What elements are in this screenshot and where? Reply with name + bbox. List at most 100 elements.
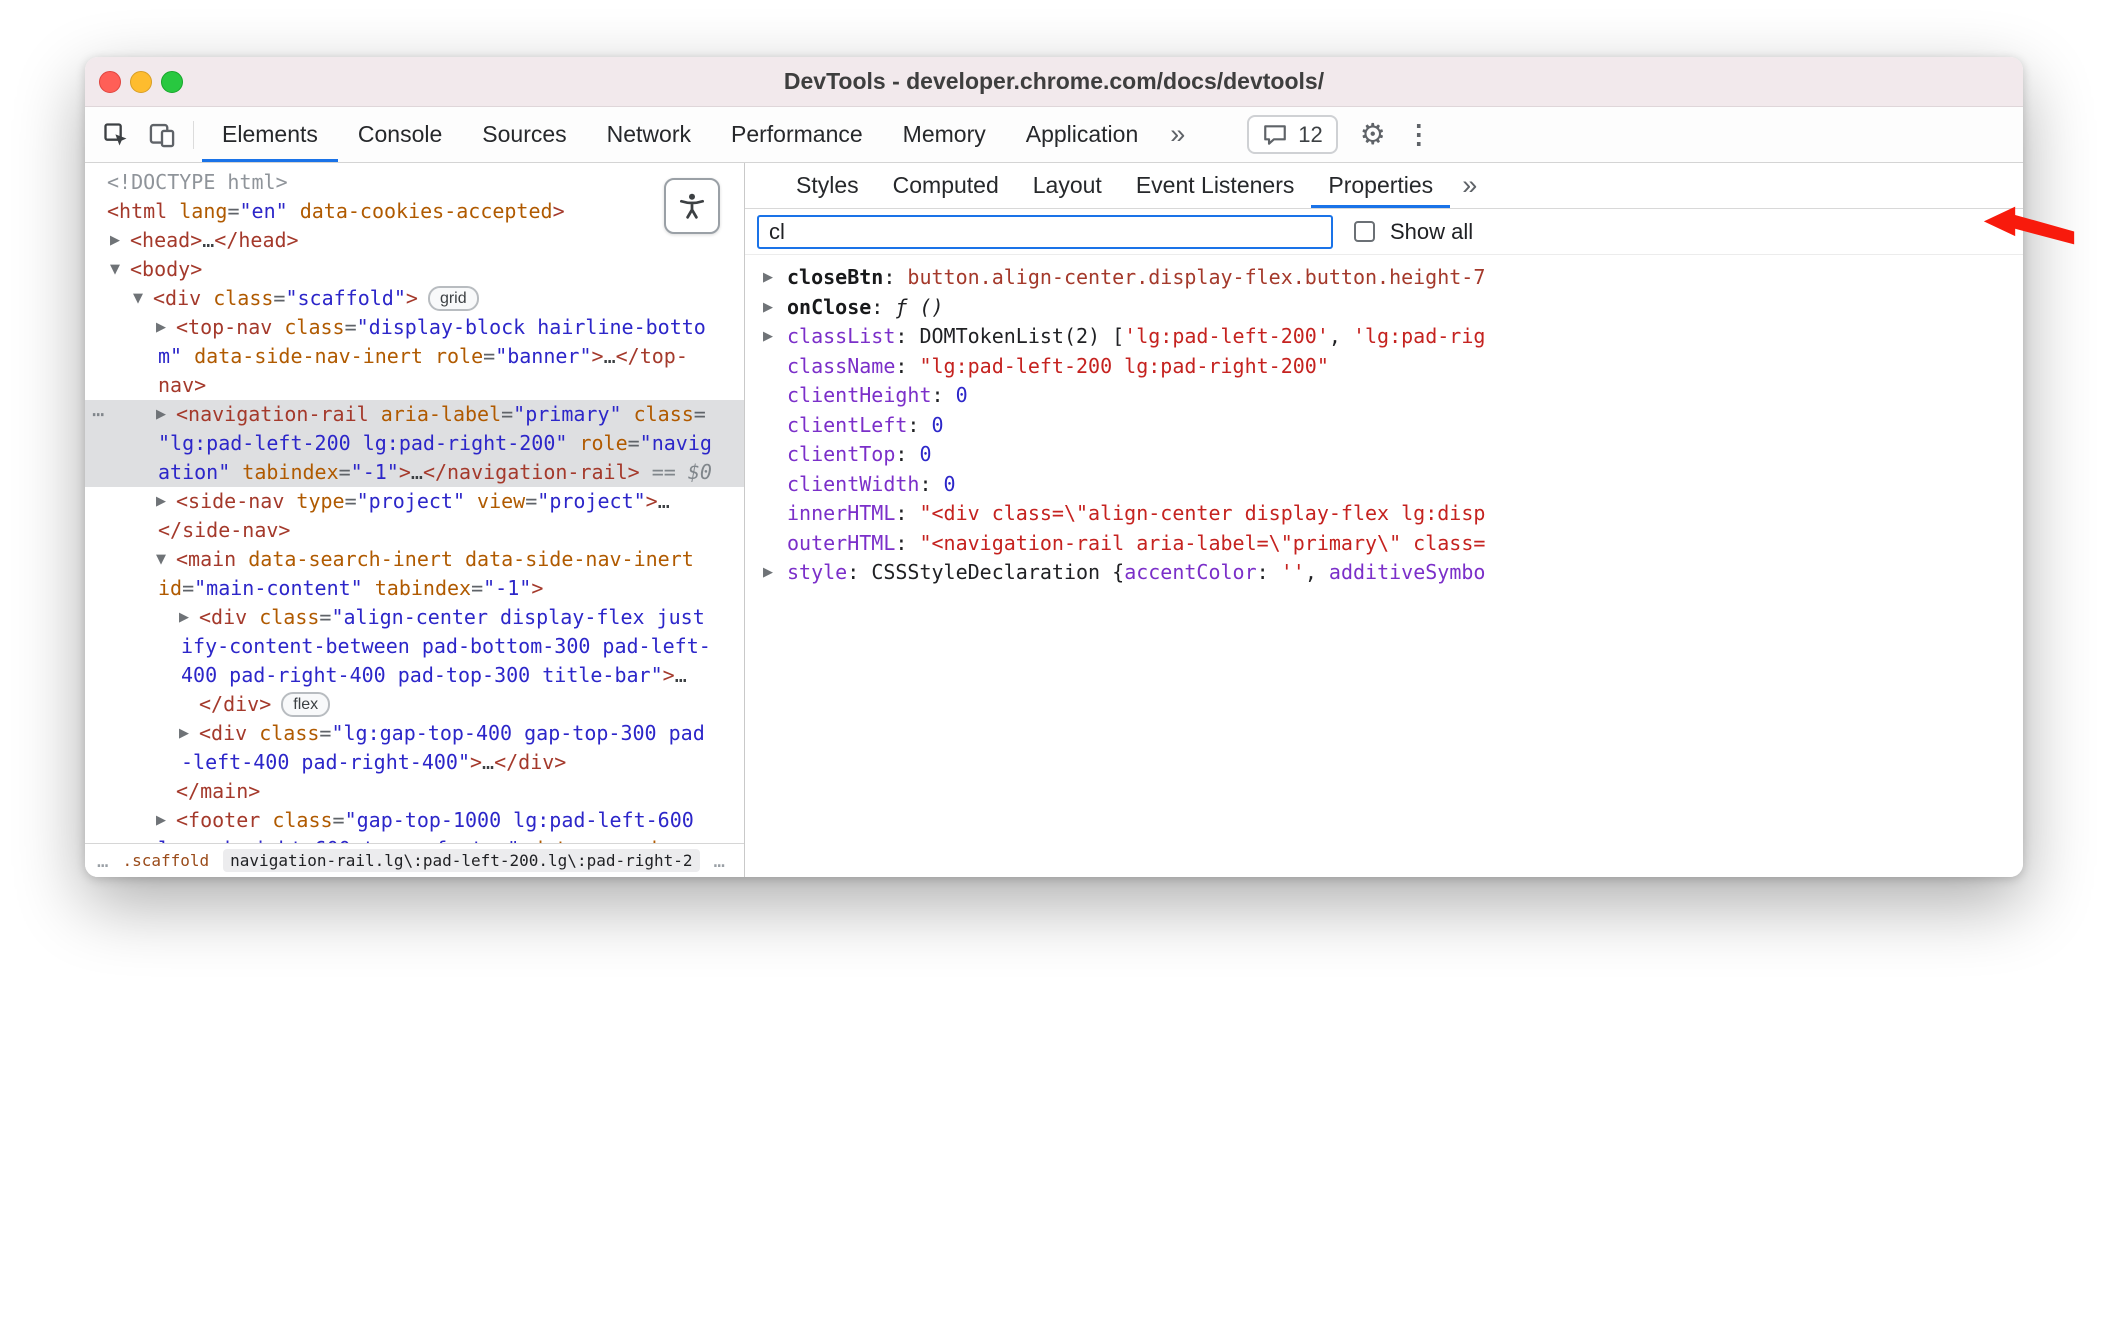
property-row[interactable]: outerHTML: "<navigation-rail aria-label=… <box>757 529 2023 559</box>
property-row[interactable]: clientTop: 0 <box>757 440 2023 470</box>
tab-sources[interactable]: Sources <box>462 107 586 162</box>
code-token: data-cookies-accepted <box>287 199 553 223</box>
tree-line[interactable]: ▶ <footer class="gap-top-1000 lg:pad-left… <box>85 806 744 835</box>
property-row[interactable]: ▶ style: CSSStyleDeclaration {accentColor… <box>757 558 2023 588</box>
disclosure-arrow-icon[interactable]: ▶ <box>763 322 773 352</box>
tree-line[interactable]: ▶ <div class="align-center display-flex j… <box>85 603 744 632</box>
filter-input[interactable] <box>757 214 1333 249</box>
disclosure-arrow-icon[interactable]: ▼ <box>133 284 143 313</box>
tree-line[interactable]: lg:pad-right-600 type--footer" data-sear… <box>85 835 744 843</box>
code-token: … <box>202 228 215 252</box>
tree-line[interactable]: ⋯ ▶ <navigation-rail aria-label="primary" … <box>85 400 744 429</box>
property-value-token: CSSStyleDeclaration { <box>871 560 1125 584</box>
breadcrumb-item[interactable]: navigation-rail.lg\:pad-left-200.lg\:pad… <box>223 849 700 872</box>
code-token: nav> <box>158 373 207 397</box>
property-value-token: 0 <box>955 383 968 407</box>
property-row[interactable]: innerHTML: "<div class=\"align-center di… <box>757 499 2023 529</box>
property-value-token: "<navigation-rail aria-label=\"primary\"… <box>919 530 1486 555</box>
disclosure-arrow-icon[interactable]: ▶ <box>156 487 166 516</box>
device-toolbar-button[interactable] <box>139 112 185 158</box>
tree-line[interactable]: m" data-side-nav-inert role="banner">…</… <box>85 342 744 371</box>
property-row[interactable]: clientWidth: 0 <box>757 470 2023 500</box>
grid-badge[interactable]: grid <box>427 286 479 311</box>
tab-application[interactable]: Application <box>1006 107 1159 162</box>
tab-console[interactable]: Console <box>338 107 462 162</box>
disclosure-arrow-icon[interactable]: ▶ <box>763 263 773 293</box>
more-tabs-button[interactable]: » <box>1158 107 1197 162</box>
code-token: = <box>471 576 484 600</box>
tree-line[interactable]: ify-content-between pad-bottom-300 pad-l… <box>85 632 744 661</box>
tree-line[interactable]: ▶ <head>…</head> <box>85 226 744 255</box>
tree-line[interactable]: <!DOCTYPE html> <box>85 168 744 197</box>
tree-line[interactable]: -left-400 pad-right-400">…</div> <box>85 748 744 777</box>
breadcrumb-item[interactable]: .scaffold <box>122 851 209 870</box>
disclosure-arrow-icon[interactable]: ▶ <box>179 603 189 632</box>
elements-panel: <!DOCTYPE html> <html lang="en" data-cook… <box>85 163 745 877</box>
property-row[interactable]: className: "lg:pad-left-200 lg:pad-right… <box>757 352 2023 382</box>
tree-line[interactable]: ▼ <div class="scaffold"> grid <box>85 284 744 313</box>
tree-line[interactable]: </div> flex <box>85 690 744 719</box>
tab-memory[interactable]: Memory <box>883 107 1006 162</box>
tab-event-listeners[interactable]: Event Listeners <box>1119 163 1312 208</box>
breadcrumb-item[interactable]: … <box>714 850 725 872</box>
side-more-tabs-button[interactable]: » <box>1450 163 1489 208</box>
disclosure-arrow-icon[interactable]: ▶ <box>156 400 166 429</box>
disclosure-arrow-icon[interactable]: ▶ <box>156 806 166 835</box>
property-colon: : <box>895 442 920 466</box>
code-token: "project" <box>537 489 646 513</box>
messages-button[interactable]: 12 <box>1247 115 1338 154</box>
property-row[interactable]: ▶ classList: DOMTokenList(2) ['lg:pad-lef… <box>757 322 2023 352</box>
tree-line[interactable]: ▶ <side-nav type="project" view="project"… <box>85 487 744 516</box>
tree-line[interactable]: ▼ <body> <box>85 255 744 284</box>
tree-line[interactable]: ▼ <main data-search-inert data-side-nav-i… <box>85 545 744 574</box>
minimize-window-button[interactable] <box>130 70 152 93</box>
disclosure-arrow-icon[interactable]: ▶ <box>110 226 120 255</box>
tab-elements[interactable]: Elements <box>202 107 338 162</box>
disclosure-arrow-icon[interactable]: ▶ <box>179 719 189 748</box>
property-name: style <box>787 560 848 584</box>
tree-line[interactable]: <html lang="en" data-cookies-accepted> <box>85 197 744 226</box>
property-row[interactable]: ▶ closeBtn: button.align-center.display-f… <box>757 263 2023 293</box>
tree-line[interactable]: ▶ <top-nav class="display-block hairline-… <box>85 313 744 342</box>
close-window-button[interactable] <box>99 70 121 93</box>
settings-gear-button[interactable]: ⚙ <box>1350 112 1396 158</box>
tree-line[interactable]: </main> <box>85 777 744 806</box>
property-row[interactable]: ▶ onClose: ƒ () <box>757 293 2023 323</box>
tree-line[interactable]: id="main-content" tabindex="-1"> <box>85 574 744 603</box>
accessibility-button[interactable] <box>664 178 720 234</box>
tree-line[interactable]: ▶ <div class="lg:gap-top-400 gap-top-300 … <box>85 719 744 748</box>
disclosure-arrow-icon[interactable]: ▼ <box>156 545 166 574</box>
inspect-element-button[interactable] <box>93 112 139 158</box>
code-token: = <box>319 605 332 629</box>
code-token: = <box>483 344 496 368</box>
show-all-checkbox[interactable] <box>1354 221 1375 242</box>
tree-line[interactable]: nav> <box>85 371 744 400</box>
code-token: class <box>247 605 320 629</box>
tree-line[interactable]: ation" tabindex="-1">…</navigation-rail>… <box>85 458 744 487</box>
tab-styles[interactable]: Styles <box>779 163 876 208</box>
row-menu-icon[interactable]: ⋯ <box>92 400 104 429</box>
tab-properties[interactable]: Properties <box>1311 163 1450 208</box>
tab-computed[interactable]: Computed <box>876 163 1016 208</box>
code-token: = <box>227 199 240 223</box>
tree-line[interactable]: 400 pad-right-400 pad-top-300 title-bar"… <box>85 661 744 690</box>
tab-layout[interactable]: Layout <box>1016 163 1119 208</box>
zoom-window-button[interactable] <box>161 70 183 93</box>
flex-badge[interactable]: flex <box>281 692 331 717</box>
property-row[interactable]: clientHeight: 0 <box>757 381 2023 411</box>
disclosure-arrow-icon[interactable]: ▶ <box>763 558 773 588</box>
disclosure-arrow-icon[interactable]: ▼ <box>110 255 120 284</box>
breadcrumb-item[interactable]: … <box>97 850 108 872</box>
property-row[interactable]: clientLeft: 0 <box>757 411 2023 441</box>
code-token: > <box>662 663 675 687</box>
tab-network[interactable]: Network <box>587 107 711 162</box>
show-all-label[interactable]: Show all <box>1390 219 1473 245</box>
property-colon: : <box>895 530 920 555</box>
code-token: = <box>332 808 345 832</box>
tree-line[interactable]: </side-nav> <box>85 516 744 545</box>
disclosure-arrow-icon[interactable]: ▶ <box>763 293 773 323</box>
disclosure-arrow-icon[interactable]: ▶ <box>156 313 166 342</box>
tab-performance[interactable]: Performance <box>711 107 883 162</box>
tree-line[interactable]: "lg:pad-left-200 lg:pad-right-200" role=… <box>85 429 744 458</box>
kebab-menu-button[interactable]: ⋮ <box>1396 112 1442 158</box>
